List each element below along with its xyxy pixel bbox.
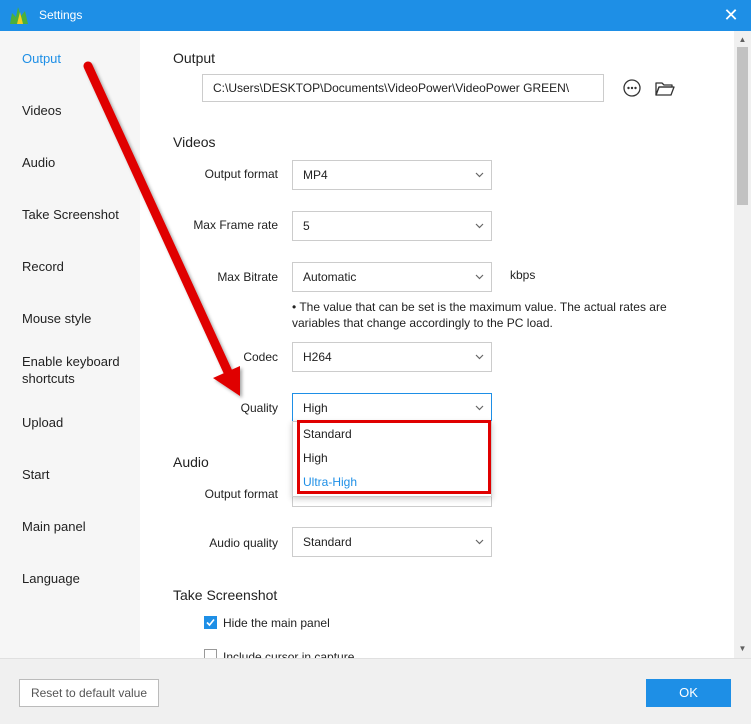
section-title-take-screenshot: Take Screenshot: [173, 587, 278, 603]
scroll-thumb[interactable]: [737, 47, 748, 205]
section-title-output: Output: [173, 50, 216, 66]
max-bitrate-label: Max Bitrate: [217, 270, 278, 284]
output-format-label: Output format: [204, 167, 278, 181]
scrollbar[interactable]: ▲ ▼: [734, 31, 751, 658]
quality-dropdown-list: Standard High Ultra-High: [292, 421, 492, 497]
output-path-field[interactable]: C:\Users\DESKTOP\Documents\VideoPower\Vi…: [202, 74, 604, 102]
sidebar-item-take-screenshot[interactable]: Take Screenshot: [22, 206, 132, 223]
more-options-icon[interactable]: [621, 77, 643, 99]
sidebar-item-keyboard-shortcuts[interactable]: Enable keyboard shortcuts: [22, 353, 132, 387]
sidebar-item-mouse-style[interactable]: Mouse style: [22, 310, 132, 327]
include-cursor-checkbox[interactable]: [204, 649, 217, 658]
audio-output-format-label: Output format: [204, 487, 278, 501]
settings-content: Output C:\Users\DESKTOP\Documents\VideoP…: [140, 31, 734, 658]
output-format-select[interactable]: MP4: [292, 160, 492, 190]
open-folder-icon[interactable]: [654, 77, 676, 99]
max-frame-rate-select[interactable]: 5: [292, 211, 492, 241]
sidebar-item-language[interactable]: Language: [22, 570, 132, 587]
quality-option-ultra-high[interactable]: Ultra-High: [303, 475, 357, 489]
chevron-up-icon: [475, 405, 484, 411]
sidebar-item-start[interactable]: Start: [22, 466, 132, 483]
sidebar-item-record[interactable]: Record: [22, 258, 132, 275]
audio-quality-select[interactable]: Standard: [292, 527, 492, 557]
audio-quality-value: Standard: [303, 535, 352, 549]
title-bar: Settings ✕: [0, 0, 751, 31]
sidebar-item-upload[interactable]: Upload: [22, 414, 132, 431]
chevron-down-icon: [475, 354, 484, 360]
quality-option-standard[interactable]: Standard: [303, 427, 352, 441]
codec-select[interactable]: H264: [292, 342, 492, 372]
sidebar-item-audio[interactable]: Audio: [22, 154, 132, 171]
include-cursor-label: Include cursor in capture: [223, 650, 355, 658]
chevron-down-icon: [475, 539, 484, 545]
sidebar: Output Videos Audio Take Screenshot Reco…: [0, 31, 140, 658]
chevron-down-icon: [475, 274, 484, 280]
ok-button[interactable]: OK: [646, 679, 731, 707]
checkmark-icon: [206, 618, 215, 627]
quality-label: Quality: [240, 401, 278, 415]
max-frame-rate-label: Max Frame rate: [193, 218, 278, 232]
codec-value: H264: [303, 350, 332, 364]
scroll-down-icon[interactable]: ▼: [734, 642, 751, 656]
chevron-down-icon: [475, 223, 484, 229]
chevron-down-icon: [475, 172, 484, 178]
max-frame-rate-value: 5: [303, 219, 310, 233]
hide-main-panel-label: Hide the main panel: [223, 616, 330, 630]
reset-default-button[interactable]: Reset to default value: [19, 679, 159, 707]
max-bitrate-select[interactable]: Automatic: [292, 262, 492, 292]
max-bitrate-value: Automatic: [303, 270, 357, 284]
codec-label: Codec: [243, 350, 278, 364]
footer: Reset to default value OK: [0, 658, 751, 724]
sidebar-item-main-panel[interactable]: Main panel: [22, 518, 132, 535]
bitrate-note: • The value that can be set is the maxim…: [292, 300, 667, 330]
output-format-value: MP4: [303, 168, 328, 182]
quality-value: High: [303, 401, 328, 415]
quality-option-high[interactable]: High: [303, 451, 328, 465]
scroll-up-icon[interactable]: ▲: [734, 33, 751, 47]
section-title-videos: Videos: [173, 134, 216, 150]
sidebar-item-output[interactable]: Output: [22, 50, 132, 67]
app-logo-icon: [10, 7, 28, 24]
quality-select[interactable]: High: [292, 393, 492, 423]
window-title: Settings: [39, 8, 83, 22]
sidebar-item-videos[interactable]: Videos: [22, 102, 132, 119]
bitrate-unit: kbps: [510, 268, 536, 282]
hide-main-panel-checkbox[interactable]: [204, 616, 217, 629]
audio-quality-label: Audio quality: [209, 536, 278, 550]
section-title-audio: Audio: [173, 454, 209, 470]
close-icon[interactable]: ✕: [719, 3, 743, 27]
